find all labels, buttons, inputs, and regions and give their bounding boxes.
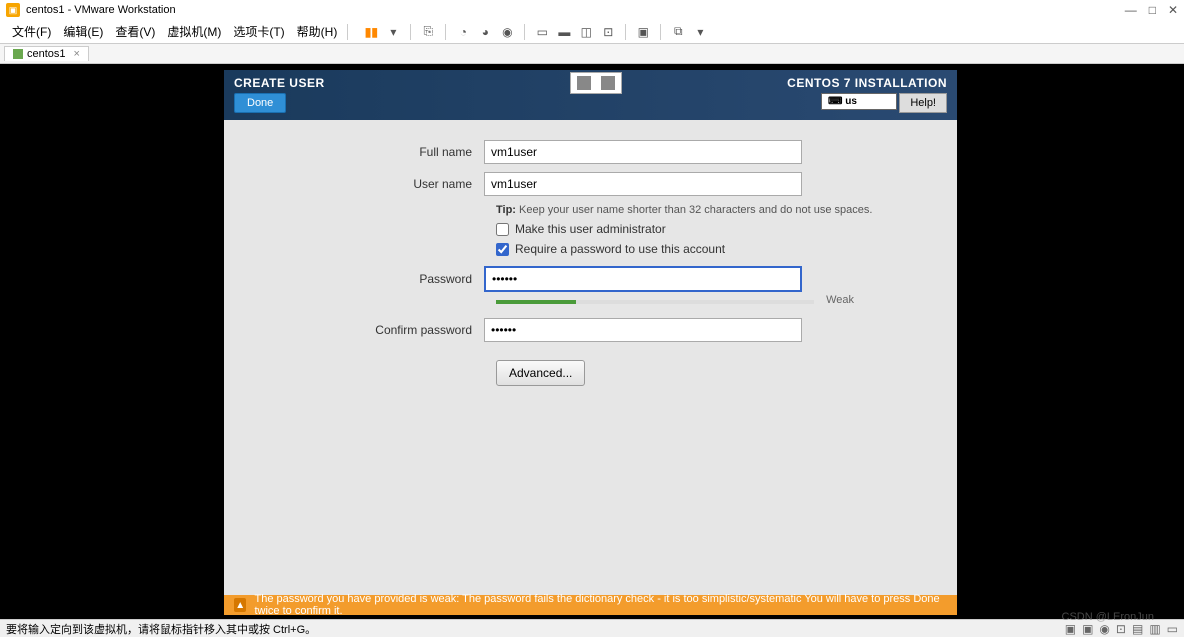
fullscreen-icon[interactable]: ▣	[634, 23, 652, 41]
full-name-label: Full name	[234, 145, 484, 159]
menu-edit[interactable]: 编辑(E)	[57, 21, 109, 42]
make-admin-checkbox[interactable]	[496, 223, 509, 236]
require-password-label: Require a password to use this account	[515, 242, 725, 256]
vmware-icon: ▣	[6, 3, 20, 17]
menubar: 文件(F) 编辑(E) 查看(V) 虚拟机(M) 选项卡(T) 帮助(H) ▮▮…	[0, 20, 1184, 44]
pause-icon[interactable]: ▮▮	[362, 23, 380, 41]
view-mode-1-icon[interactable]: ▭	[533, 23, 551, 41]
unity-icon[interactable]: ⧉	[669, 23, 687, 41]
installer-title: CENTOS 7 INSTALLATION	[787, 76, 947, 90]
maximize-button[interactable]: □	[1149, 3, 1156, 17]
tip-text: Tip: Keep your user name shorter than 32…	[496, 204, 947, 216]
tab-centos1[interactable]: centos1 ×	[4, 46, 89, 61]
installer-header: CREATE USER Done CENTOS 7 INSTALLATION u…	[224, 70, 957, 120]
password-strength-fill	[496, 300, 576, 304]
tab-label: centos1	[27, 48, 66, 60]
menu-help[interactable]: 帮助(H)	[291, 21, 344, 42]
status-usb-icon[interactable]: ⊡	[1116, 622, 1126, 636]
make-admin-label: Make this user administrator	[515, 222, 666, 236]
warning-bar: ▲ The password you have provided is weak…	[224, 595, 957, 615]
menu-view[interactable]: 查看(V)	[109, 21, 161, 42]
tab-close-icon[interactable]: ×	[74, 48, 80, 60]
advanced-button[interactable]: Advanced...	[496, 360, 585, 386]
keyboard-layout-selector[interactable]: us	[821, 93, 897, 110]
status-cd-icon[interactable]: ▣	[1082, 622, 1093, 636]
statusbar-hint: 要将输入定向到该虚拟机，请将鼠标指针移入其中或按 Ctrl+G。	[6, 621, 316, 637]
installer-window: CREATE USER Done CENTOS 7 INSTALLATION u…	[224, 70, 957, 615]
menu-tabs[interactable]: 选项卡(T)	[227, 21, 290, 42]
send-ctrl-alt-del-icon[interactable]: ⎘	[419, 23, 437, 41]
vm-tab-icon	[13, 49, 23, 59]
password-input[interactable]	[484, 266, 802, 292]
minimize-button[interactable]: —	[1125, 3, 1137, 17]
snapshot-icon[interactable]: ◔	[454, 23, 472, 41]
status-network-icon[interactable]: ◉	[1099, 622, 1109, 636]
window-title: centos1 - VMware Workstation	[26, 4, 176, 16]
view-mode-3-icon[interactable]: ◫	[577, 23, 595, 41]
warning-icon: ▲	[234, 598, 246, 612]
user-name-input[interactable]	[484, 172, 802, 196]
snapshot-manager-icon[interactable]: ◕	[476, 23, 494, 41]
keyboard-icon-1[interactable]	[577, 76, 591, 90]
keyboard-icon-2[interactable]	[601, 76, 615, 90]
require-password-checkbox[interactable]	[496, 243, 509, 256]
close-button[interactable]: ✕	[1168, 3, 1178, 17]
done-button[interactable]: Done	[234, 93, 286, 113]
vm-display-area[interactable]: CREATE USER Done CENTOS 7 INSTALLATION u…	[0, 64, 1184, 619]
user-name-label: User name	[234, 177, 484, 191]
form-area: Full name User name Tip: Keep your user …	[224, 120, 957, 406]
help-button[interactable]: Help!	[899, 93, 947, 113]
watermark: CSDN @LEronJun	[1062, 611, 1154, 623]
menu-file[interactable]: 文件(F)	[6, 21, 57, 42]
view-mode-2-icon[interactable]: ▬	[555, 23, 573, 41]
dropdown-2-icon[interactable]: ▾	[691, 23, 709, 41]
password-label: Password	[234, 272, 484, 286]
confirm-password-label: Confirm password	[234, 323, 484, 337]
window-titlebar: ▣ centos1 - VMware Workstation — □ ✕	[0, 0, 1184, 20]
page-title: CREATE USER	[234, 76, 325, 90]
status-sound-icon[interactable]: ▤	[1132, 622, 1143, 636]
statusbar: 要将输入定向到该虚拟机，请将鼠标指针移入其中或按 Ctrl+G。 ▣ ▣ ◉ ⊡…	[0, 619, 1184, 637]
status-printer-icon[interactable]: ▥	[1149, 622, 1160, 636]
revert-icon[interactable]: ◉	[498, 23, 516, 41]
dropdown-icon[interactable]: ▾	[384, 23, 402, 41]
tip-body: Keep your user name shorter than 32 char…	[519, 204, 872, 216]
status-disk-icon[interactable]: ▣	[1065, 622, 1076, 636]
keyboard-toolbar[interactable]	[570, 72, 622, 94]
status-icons: ▣ ▣ ◉ ⊡ ▤ ▥ ▭	[1065, 622, 1178, 636]
view-mode-4-icon[interactable]: ⊡	[599, 23, 617, 41]
tip-label: Tip:	[496, 204, 516, 216]
password-strength-bar: Weak	[496, 300, 814, 304]
confirm-password-input[interactable]	[484, 318, 802, 342]
tab-row: centos1 ×	[0, 44, 1184, 64]
menu-vm[interactable]: 虚拟机(M)	[161, 21, 227, 42]
warning-text: The password you have provided is weak: …	[254, 593, 947, 617]
password-strength-label: Weak	[826, 294, 854, 306]
status-display-icon[interactable]: ▭	[1167, 622, 1178, 636]
full-name-input[interactable]	[484, 140, 802, 164]
